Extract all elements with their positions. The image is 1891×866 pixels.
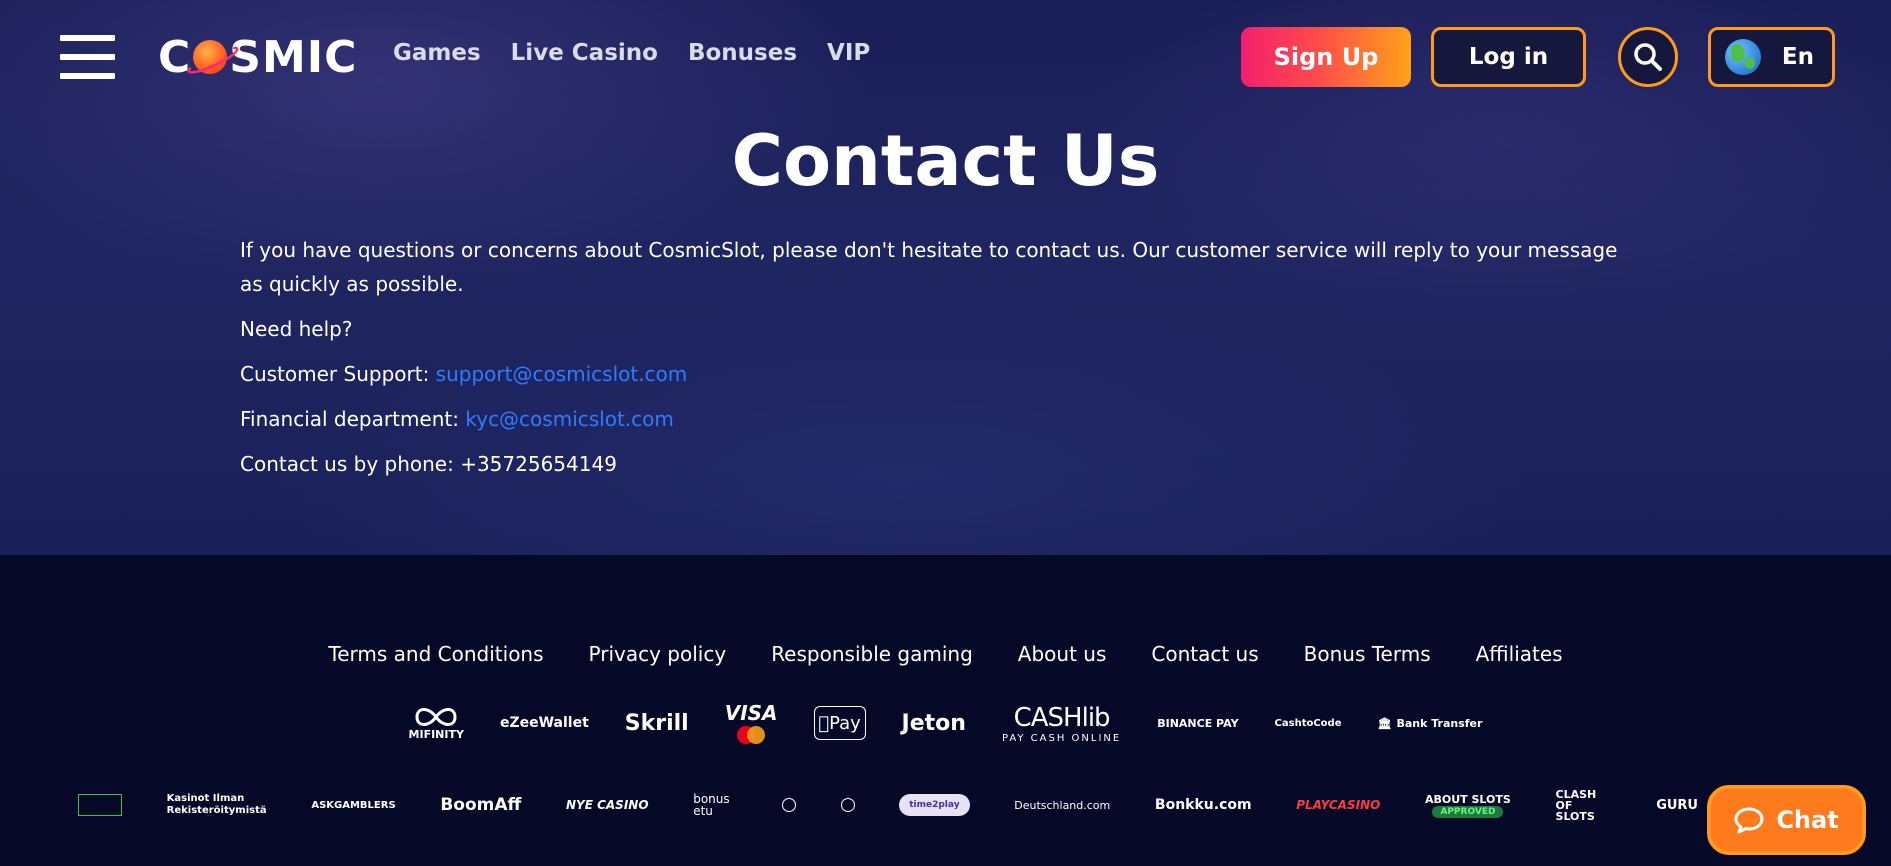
footer-link-terms[interactable]: Terms and Conditions: [328, 642, 543, 666]
partner-logos: Kasinot Ilman Rekisteröitymistä ASKGAMBL…: [78, 785, 1698, 825]
bank-transfer-label: Bank Transfer: [1396, 716, 1483, 730]
mifinity-label: MIFINITY: [408, 727, 464, 741]
applepay-logo: Pay: [813, 706, 866, 740]
cashtocode-logo: CashtoCode: [1274, 717, 1342, 729]
globe-icon: [1725, 39, 1761, 75]
nav-bonuses[interactable]: Bonuses: [688, 40, 797, 66]
language-label: En: [1781, 44, 1814, 70]
nav-games[interactable]: Games: [393, 40, 481, 66]
phone-text: Contact us by phone: +35725654149: [240, 452, 617, 476]
intro-text: If you have questions or concerns about …: [240, 238, 1618, 296]
partner-aboutslots: ABOUT SLOTS APPROVED: [1425, 793, 1511, 818]
bank-icon: 🏛: [1377, 716, 1392, 730]
main-nav: Games Live Casino Bonuses VIP: [393, 40, 870, 66]
partner-seal-1: [781, 798, 796, 812]
binance-pay-logo: BINANCE PAY: [1157, 716, 1239, 730]
cashlib-logo: CASHlib PAY CASH ONLINE: [1002, 703, 1121, 744]
cashlib-label: CASHlib: [1013, 702, 1111, 733]
need-help-text: Need help?: [240, 317, 353, 341]
signup-button[interactable]: Sign Up: [1241, 27, 1411, 87]
apple-icon: : [818, 713, 829, 734]
partner-bonusetu: bonus etu: [693, 792, 730, 818]
payment-methods: MIFINITY eZeeWallet Skrill VISA Pay Jet…: [0, 698, 1891, 748]
aboutslots-badge: APPROVED: [1432, 805, 1504, 818]
logo-text-end: SMIC: [229, 31, 358, 83]
menu-icon[interactable]: [60, 35, 115, 79]
partner-time2play: time2play: [899, 794, 970, 816]
language-selector[interactable]: En: [1708, 27, 1835, 87]
financial-email-link[interactable]: kyc@cosmicslot.com: [465, 407, 674, 431]
chat-label: Chat: [1776, 806, 1839, 834]
bank-transfer-logo: 🏛 Bank Transfer: [1378, 717, 1483, 730]
partner-nyecasino: NYE CASINO: [565, 798, 649, 812]
partner-clashofslots: CLASH OF SLOTS: [1555, 787, 1597, 823]
planet-icon: [193, 40, 228, 74]
visa-label: VISA: [724, 701, 778, 725]
aboutslots-label: ABOUT SLOTS: [1425, 792, 1511, 806]
partner-playcasino: PLAYCASINO: [1296, 798, 1381, 812]
chat-button[interactable]: Chat: [1707, 785, 1866, 855]
partner-boomaff: BoomAff: [440, 795, 522, 815]
partner-deutschland: Deutschland.com: [1014, 798, 1111, 812]
search-button[interactable]: [1618, 27, 1678, 87]
partner-bonkku: Bonkku.com: [1154, 797, 1252, 813]
nav-vip[interactable]: VIP: [827, 40, 870, 66]
footer: Terms and Conditions Privacy policy Resp…: [0, 555, 1891, 866]
mifinity-logo: MIFINITY: [409, 706, 464, 741]
page-title: Contact Us: [731, 120, 1160, 202]
partner-casinoguru: GURU: [1656, 797, 1698, 813]
footer-link-privacy[interactable]: Privacy policy: [589, 642, 727, 666]
visa-mastercard-logo: VISA: [725, 701, 778, 745]
footer-link-bonus-terms[interactable]: Bonus Terms: [1304, 642, 1431, 666]
infinity-icon: [415, 707, 457, 726]
logo-text-start: C: [158, 31, 192, 83]
ezeewallet-logo: eZeeWallet: [499, 715, 589, 731]
chat-bubble-icon: [1734, 807, 1764, 834]
contact-content: If you have questions or concerns about …: [240, 233, 1640, 492]
financial-line: Financial department: kyc@cosmicslot.com: [240, 402, 1640, 436]
mastercard-icon: [737, 726, 766, 744]
partner-bitcoin-casino-badge: [78, 794, 122, 816]
jeton-logo: Jeton: [901, 710, 966, 736]
cashlib-sub: PAY CASH ONLINE: [1001, 732, 1122, 744]
partner-askgamblers: ASKGAMBLERS: [311, 799, 396, 811]
footer-link-contact[interactable]: Contact us: [1151, 642, 1258, 666]
nav-live-casino[interactable]: Live Casino: [511, 40, 658, 66]
support-line: Customer Support: support@cosmicslot.com: [240, 357, 1640, 391]
footer-links: Terms and Conditions Privacy policy Resp…: [0, 642, 1891, 666]
search-icon: [1634, 43, 1662, 71]
footer-link-about[interactable]: About us: [1018, 642, 1107, 666]
support-label: Customer Support:: [240, 362, 436, 386]
partner-seal-2: [840, 798, 855, 812]
support-email-link[interactable]: support@cosmicslot.com: [436, 362, 688, 386]
partner-kasinot: Kasinot Ilman Rekisteröitymistä: [166, 793, 267, 816]
skrill-logo: Skrill: [624, 710, 689, 736]
applepay-label: Pay: [823, 712, 861, 734]
login-button[interactable]: Log in: [1431, 27, 1586, 87]
footer-link-affiliates[interactable]: Affiliates: [1476, 642, 1563, 666]
cosmic-logo[interactable]: C SMIC: [158, 30, 357, 84]
financial-label: Financial department:: [240, 407, 466, 431]
footer-link-responsible[interactable]: Responsible gaming: [771, 642, 973, 666]
